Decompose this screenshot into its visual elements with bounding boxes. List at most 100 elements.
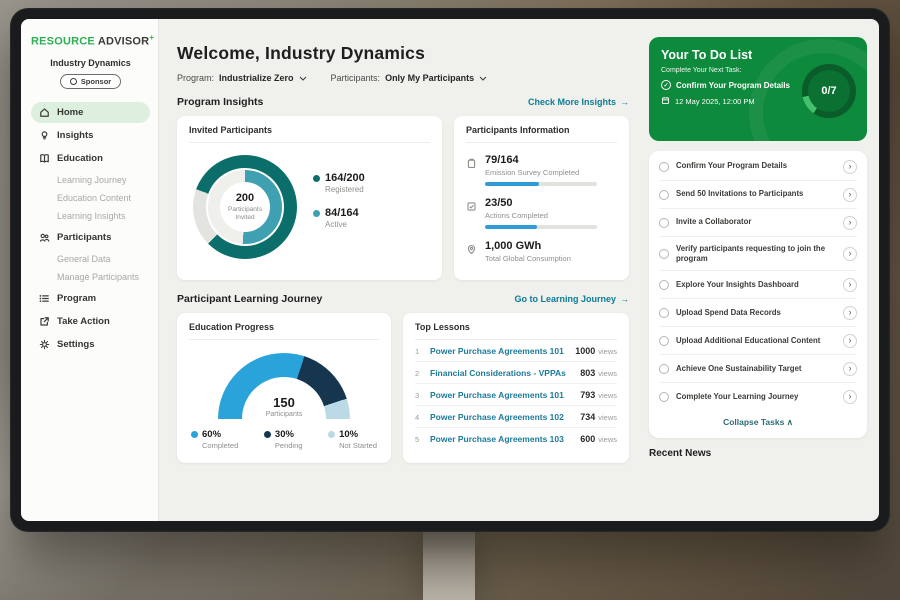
todo-title: Your To Do List — [661, 48, 855, 62]
action-arrow-icon — [39, 316, 50, 327]
app-window: RESOURCE ADVISOR+ Industry Dynamics Spon… — [21, 19, 879, 521]
program-filter-dropdown[interactable]: Program: Industrialize Zero — [177, 73, 307, 83]
sidebar-item-education[interactable]: Education — [31, 148, 150, 169]
chevron-right-icon[interactable]: › — [843, 362, 857, 376]
sidebar-item-learning-journey[interactable]: Learning Journey — [31, 171, 150, 189]
sidebar-item-home[interactable]: Home — [31, 102, 150, 123]
task-checkbox[interactable] — [659, 162, 669, 172]
gauge-center-value: 150 — [273, 395, 295, 410]
sidebar-item-learning-insights[interactable]: Learning Insights — [31, 207, 150, 225]
lesson-link[interactable]: Power Purchase Agreements 102 — [430, 412, 580, 422]
page-title: Welcome, Industry Dynamics — [177, 43, 629, 64]
lesson-row: 1 Power Purchase Agreements 101 1000 vie… — [415, 340, 617, 362]
lesson-link[interactable]: Power Purchase Agreements 101 — [430, 346, 575, 356]
logo-plus: + — [149, 33, 154, 42]
task-row[interactable]: Upload Additional Educational Content › — [659, 327, 857, 355]
sidebar-item-take-action[interactable]: Take Action — [31, 311, 150, 332]
sidebar-item-education-content[interactable]: Education Content — [31, 189, 150, 207]
sidebar-item-general-data[interactable]: General Data — [31, 250, 150, 268]
section-learning-journey: Participant Learning Journey — [177, 293, 322, 305]
task-checkbox[interactable] — [659, 280, 669, 290]
list-icon — [39, 293, 50, 304]
invited-legend-dot — [313, 175, 320, 182]
gear-icon — [39, 339, 50, 350]
donut-center-value: 200 — [236, 192, 254, 204]
lesson-row: 4 Power Purchase Agreements 102 734 view… — [415, 406, 617, 428]
next-task: ✓ Confirm Your Program Details — [661, 80, 793, 90]
check-more-insights-link[interactable]: Check More Insights → — [528, 97, 629, 107]
task-row[interactable]: Verify participants requesting to join t… — [659, 237, 857, 271]
sidebar: RESOURCE ADVISOR+ Industry Dynamics Spon… — [21, 19, 159, 521]
task-checkbox[interactable] — [659, 218, 669, 228]
lesson-row: 3 Power Purchase Agreements 101 793 view… — [415, 384, 617, 406]
gauge-legend: 60% Completed 30% Pending 10% Not Starte… — [189, 419, 379, 450]
chevron-right-icon[interactable]: › — [843, 247, 857, 261]
arrow-right-icon: → — [620, 294, 629, 304]
sidebar-item-participants[interactable]: Participants — [31, 227, 150, 248]
chevron-down-icon — [479, 73, 487, 83]
progress-fill — [485, 182, 539, 186]
home-icon — [39, 107, 50, 118]
clipboard-icon — [466, 156, 477, 167]
task-row[interactable]: Send 50 Invitations to Participants › — [659, 181, 857, 209]
chevron-right-icon[interactable]: › — [843, 334, 857, 348]
org-name: Industry Dynamics — [31, 58, 150, 68]
section-recent-news: Recent News — [649, 448, 867, 459]
location-pin-icon — [466, 242, 477, 253]
task-checkbox[interactable] — [659, 392, 669, 402]
filters-row: Program: Industrialize Zero Participants… — [177, 73, 629, 83]
task-row[interactable]: Upload Spend Data Records › — [659, 299, 857, 327]
task-checkbox[interactable] — [659, 190, 669, 200]
logo-advisor: ADVISOR — [98, 36, 150, 48]
next-task-due: 12 May 2025, 12:00 PM — [661, 96, 855, 107]
logo-resource: RESOURCE — [31, 36, 95, 48]
sponsor-icon — [70, 78, 77, 85]
donut-legend: 164/200 Registered 84/164 Active — [313, 172, 365, 242]
sponsor-label: Sponsor — [81, 77, 111, 86]
invited-donut-chart: 200 Participants Invited — [193, 155, 297, 259]
education-gauge-chart: 150 Participants — [218, 353, 350, 419]
gauge-legend-dot — [264, 431, 271, 438]
education-progress-card: Education Progress 150 Participants — [177, 313, 391, 463]
chevron-up-icon: ∧ — [787, 417, 793, 427]
chevron-right-icon[interactable]: › — [843, 390, 857, 404]
participants-filter-dropdown[interactable]: Participants: Only My Participants — [331, 73, 488, 83]
task-checkbox[interactable] — [659, 336, 669, 346]
book-icon — [39, 153, 50, 164]
lesson-row: 2 Financial Considerations - VPPAs 803 v… — [415, 362, 617, 384]
task-row[interactable]: Achieve One Sustainability Target › — [659, 355, 857, 383]
progress-fill — [485, 225, 537, 229]
lesson-link[interactable]: Power Purchase Agreements 103 — [430, 434, 580, 444]
photo-backdrop: RESOURCE ADVISOR+ Industry Dynamics Spon… — [0, 0, 900, 600]
sponsor-badge: Sponsor — [60, 74, 121, 89]
lesson-link[interactable]: Power Purchase Agreements 101 — [430, 390, 580, 400]
task-row[interactable]: Explore Your Insights Dashboard › — [659, 271, 857, 299]
todo-progress-count: 0/7 — [808, 70, 850, 112]
lesson-link[interactable]: Financial Considerations - VPPAs — [430, 368, 580, 378]
people-icon — [39, 232, 50, 243]
task-checkbox[interactable] — [659, 364, 669, 374]
gauge-center-label: Participants — [266, 411, 303, 418]
collapse-tasks-button[interactable]: Collapse Tasks ∧ — [659, 410, 857, 436]
chevron-right-icon[interactable]: › — [843, 306, 857, 320]
app-logo: RESOURCE ADVISOR+ — [31, 33, 150, 48]
check-circle-icon: ✓ — [661, 80, 671, 90]
task-row[interactable]: Confirm Your Program Details › — [659, 153, 857, 181]
participants-information-card: Participants Information 79/164 Emission… — [454, 116, 629, 280]
task-row[interactable]: Complete Your Learning Journey › — [659, 383, 857, 410]
sidebar-item-settings[interactable]: Settings — [31, 334, 150, 355]
sidebar-item-insights[interactable]: Insights — [31, 125, 150, 146]
calendar-icon — [661, 96, 670, 107]
task-row[interactable]: Invite a Collaborator › — [659, 209, 857, 237]
go-to-learning-journey-link[interactable]: Go to Learning Journey → — [514, 294, 629, 304]
monitor-stand — [423, 528, 475, 600]
chevron-right-icon[interactable]: › — [843, 216, 857, 230]
sidebar-item-program[interactable]: Program — [31, 288, 150, 309]
main-content: Welcome, Industry Dynamics Program: Indu… — [159, 19, 643, 521]
chevron-right-icon[interactable]: › — [843, 188, 857, 202]
chevron-right-icon[interactable]: › — [843, 278, 857, 292]
task-checkbox[interactable] — [659, 249, 669, 259]
task-checkbox[interactable] — [659, 308, 669, 318]
sidebar-item-manage-participants[interactable]: Manage Participants — [31, 268, 150, 286]
chevron-right-icon[interactable]: › — [843, 160, 857, 174]
